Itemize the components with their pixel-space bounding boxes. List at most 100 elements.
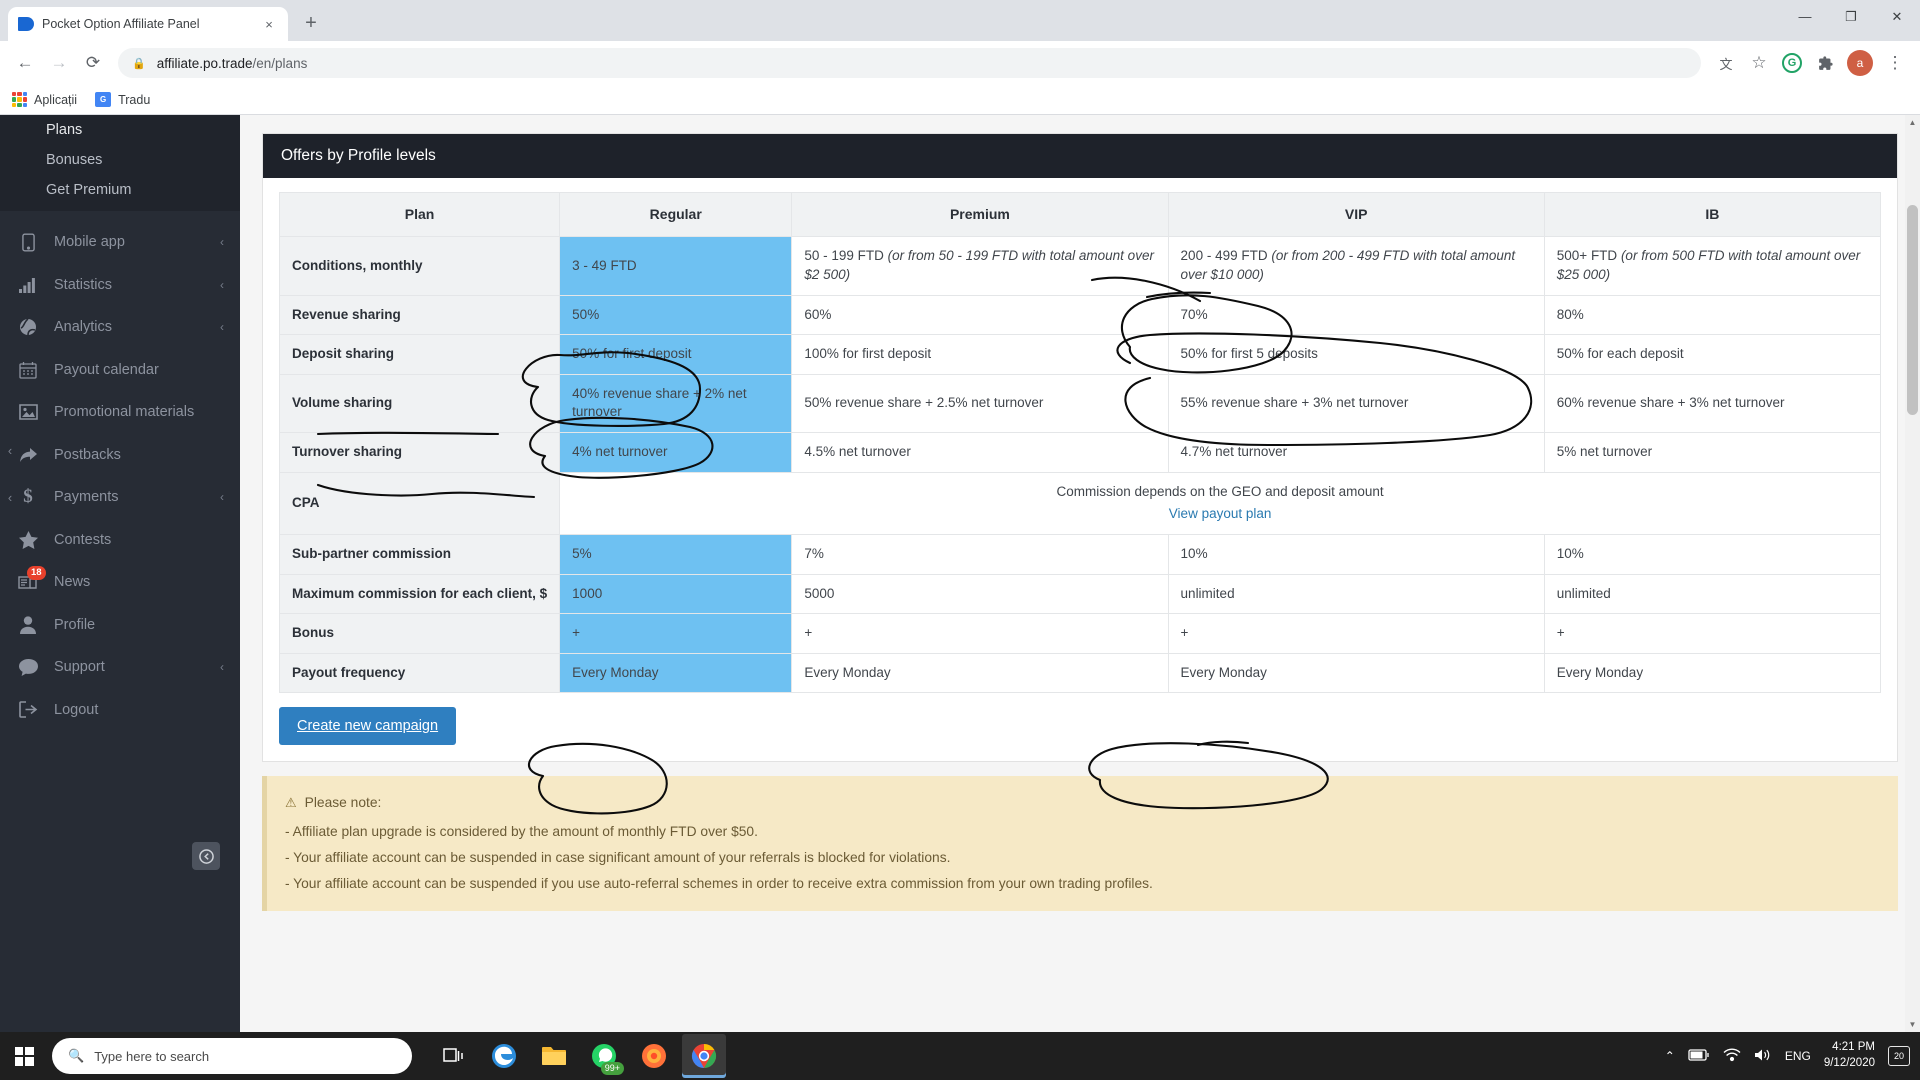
- page-scrollbar[interactable]: ▲ ▼: [1905, 115, 1920, 1032]
- sidebar-item-statistics[interactable]: Statistics ‹: [0, 264, 240, 307]
- close-tab-icon[interactable]: ×: [260, 15, 278, 33]
- table-row: Bonus + + + +: [278, 613, 1882, 654]
- sidebar-item-analytics[interactable]: Analytics ‹: [0, 306, 240, 349]
- browser-tab[interactable]: Pocket Option Affiliate Panel ×: [8, 7, 288, 41]
- sidebar-item-support[interactable]: Support ‹: [0, 646, 240, 689]
- profile-avatar[interactable]: a: [1847, 50, 1873, 76]
- sidebar-item-label: Analytics: [54, 319, 113, 336]
- sidebar-item-label: Statistics: [54, 276, 113, 293]
- table-row-cpa: CPA Commission depends on the GEO and de…: [278, 471, 1881, 535]
- sidebar-item-plans[interactable]: Plans: [0, 115, 240, 145]
- bookmark-translate[interactable]: G Tradu: [95, 92, 150, 107]
- create-new-campaign-button[interactable]: Create new campaign: [279, 707, 457, 746]
- search-icon: 🔍: [68, 1048, 85, 1063]
- wifi-icon[interactable]: [1723, 1047, 1741, 1065]
- warning-triangle-icon: ⚠: [285, 795, 297, 811]
- sidebar-item-label: Promotional materials: [54, 404, 195, 421]
- url-text: affiliate.po.trade/en/plans: [157, 56, 308, 71]
- globe-icon: [18, 318, 38, 336]
- table-row: Deposit sharing 50% for first deposit 10…: [278, 334, 1882, 375]
- sidebar-item-payments[interactable]: $ Payments ‹: [0, 476, 240, 519]
- chrome-menu-icon[interactable]: ⋮: [1880, 48, 1910, 78]
- sidebar-item-label: Mobile app: [54, 234, 125, 251]
- google-chrome-icon[interactable]: [682, 1034, 726, 1078]
- scroll-up-arrow[interactable]: ▲: [1905, 115, 1920, 130]
- cell-vip: 50% for first 5 deposits: [1167, 334, 1545, 375]
- cell-regular: 40% revenue share + 2% net turnover: [559, 373, 793, 434]
- file-explorer-icon[interactable]: [532, 1034, 576, 1078]
- translate-icon[interactable]: 文: [1711, 48, 1741, 78]
- task-view-icon[interactable]: [432, 1034, 476, 1078]
- sidebar-item-postbacks[interactable]: Postbacks: [0, 434, 240, 477]
- cell-premium: 4.5% net turnover: [791, 432, 1169, 473]
- table-row: Revenue sharing 50% 60% 70% 80%: [278, 294, 1882, 336]
- cell-vip: 4.7% net turnover: [1167, 432, 1545, 473]
- toolbar-actions: 文 ☆ G a ⋮: [1711, 48, 1910, 78]
- cell-ib: 60% revenue share + 3% net turnover: [1543, 373, 1882, 434]
- minimize-button[interactable]: —: [1782, 0, 1828, 33]
- taskbar-clock[interactable]: 4:21 PM 9/12/2020: [1824, 1040, 1875, 1071]
- sidebar-item-label: Postbacks: [54, 446, 121, 463]
- microsoft-edge-icon[interactable]: [482, 1034, 526, 1078]
- cell-premium: Every Monday: [791, 652, 1169, 694]
- sidebar-item-payout-calendar[interactable]: Payout calendar: [0, 349, 240, 392]
- logout-icon: [18, 701, 38, 719]
- battery-icon[interactable]: [1688, 1048, 1710, 1064]
- sidebar-item-get-premium[interactable]: Get Premium: [0, 175, 240, 205]
- column-header-ib: IB: [1543, 191, 1882, 238]
- volume-icon[interactable]: [1754, 1048, 1772, 1065]
- tray-chevron-icon[interactable]: ⌃: [1665, 1049, 1675, 1063]
- notice-header: ⚠ Please note:: [285, 790, 1880, 816]
- firefox-icon[interactable]: [632, 1034, 676, 1078]
- sidebar-item-news[interactable]: 18 News: [0, 561, 240, 604]
- sidebar-item-mobile-app[interactable]: Mobile app ‹: [0, 221, 240, 264]
- bookmark-apps[interactable]: Aplicații: [12, 92, 77, 107]
- whatsapp-icon[interactable]: 99+: [582, 1034, 626, 1078]
- scroll-down-arrow[interactable]: ▼: [1905, 1017, 1920, 1032]
- back-icon[interactable]: ←: [10, 48, 40, 78]
- cell-ib: 500+ FTD (or from 500 FTD with total amo…: [1543, 236, 1882, 296]
- bookmark-label: Aplicații: [34, 92, 78, 107]
- sidebar-subgroup: Plans Bonuses Get Premium: [0, 115, 240, 211]
- view-payout-plan-link[interactable]: View payout plan: [572, 505, 1868, 524]
- notice-line: - Affiliate plan upgrade is considered b…: [285, 823, 758, 839]
- cell-ib: unlimited: [1543, 573, 1882, 615]
- windows-start-icon[interactable]: [0, 1032, 48, 1080]
- row-label: Deposit sharing: [278, 334, 561, 375]
- address-bar[interactable]: 🔒 affiliate.po.trade/en/plans: [118, 48, 1701, 78]
- chevron-left-icon: ‹: [220, 320, 224, 335]
- browser-window: Pocket Option Affiliate Panel × + — ❐ ✕ …: [0, 0, 1920, 1080]
- forward-icon[interactable]: →: [44, 48, 74, 78]
- extensions-icon[interactable]: [1810, 48, 1840, 78]
- language-indicator[interactable]: ENG: [1785, 1049, 1811, 1063]
- cell-premium: 60%: [791, 294, 1169, 336]
- offers-panel: Offers by Profile levels Plan Regular Pr…: [262, 133, 1898, 763]
- sidebar-item-promotional-materials[interactable]: Promotional materials: [0, 391, 240, 434]
- notification-center-icon[interactable]: 20: [1888, 1046, 1910, 1066]
- lock-icon: 🔒: [132, 57, 146, 70]
- system-tray: ⌃ ENG 4:21 PM 9/12/2020 20: [1665, 1040, 1920, 1071]
- column-header-plan: Plan: [278, 191, 561, 238]
- sidebar-item-label: Logout: [54, 701, 99, 718]
- row-label: Payout frequency: [278, 652, 561, 694]
- sidebar-item-contests[interactable]: Contests: [0, 519, 240, 562]
- sidebar-item-bonuses[interactable]: Bonuses: [0, 145, 240, 175]
- table-header-row: Plan Regular Premium VIP IB: [278, 191, 1882, 238]
- page-viewport: Plans Bonuses Get Premium Mobile app ‹ S…: [0, 115, 1920, 1032]
- cell-cpa: Commission depends on the GEO and deposi…: [559, 471, 1881, 535]
- taskbar-search-input[interactable]: 🔍 Type here to search: [52, 1038, 412, 1074]
- table-row: Payout frequency Every Monday Every Mond…: [278, 652, 1882, 694]
- maximize-button[interactable]: ❐: [1828, 0, 1874, 33]
- url-path: /en/plans: [252, 55, 308, 71]
- sidebar-item-profile[interactable]: Profile: [0, 604, 240, 647]
- sidebar-item-logout[interactable]: Logout: [0, 689, 240, 732]
- collapse-sidebar-button[interactable]: [192, 842, 220, 870]
- newspaper-icon: 18: [18, 566, 46, 590]
- bookmark-star-icon[interactable]: ☆: [1744, 48, 1774, 78]
- scrollbar-thumb[interactable]: [1907, 205, 1918, 415]
- app-sidebar: Plans Bonuses Get Premium Mobile app ‹ S…: [0, 115, 240, 1032]
- reload-icon[interactable]: ⟳: [78, 48, 108, 78]
- new-tab-button[interactable]: +: [296, 8, 326, 38]
- grammarly-extension-icon[interactable]: G: [1777, 48, 1807, 78]
- close-window-button[interactable]: ✕: [1874, 0, 1920, 33]
